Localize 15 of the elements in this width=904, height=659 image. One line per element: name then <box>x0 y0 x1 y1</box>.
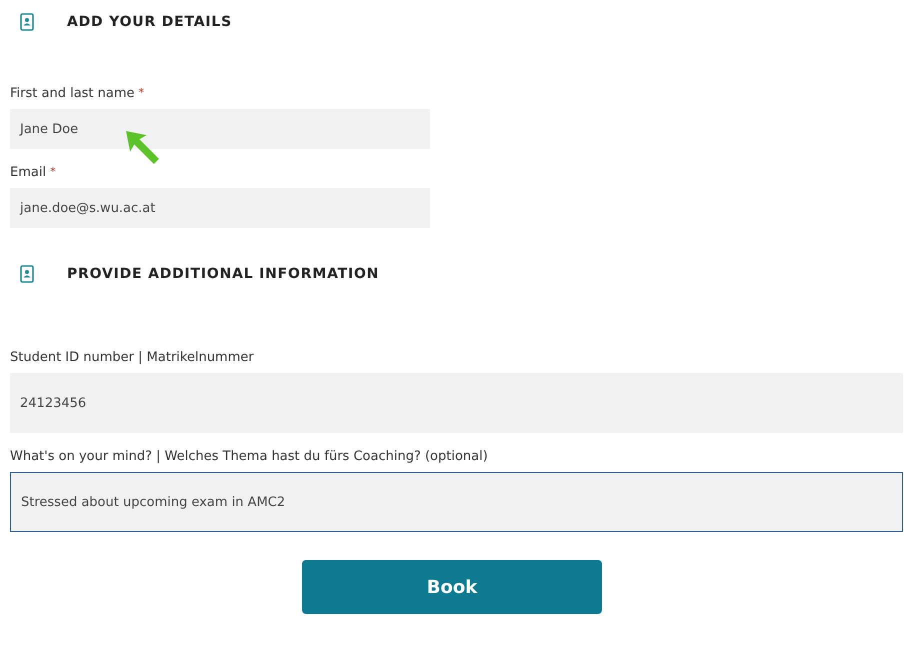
section-heading: ADD YOUR DETAILS <box>67 14 232 30</box>
input-field[interactable]: Stressed about upcoming exam in AMC2 <box>10 472 903 532</box>
contact-card-icon <box>20 13 34 31</box>
book-button[interactable]: Book <box>302 560 602 614</box>
required-mark: * <box>50 165 56 178</box>
contact-card-icon <box>20 265 34 283</box>
field-label: What's on your mind? | Welches Thema hast du fürs Coaching? (optional) <box>10 449 488 464</box>
input-field[interactable]: Jane Doe <box>10 109 430 149</box>
required-mark: * <box>138 86 144 99</box>
field-label: First and last name <box>10 86 135 101</box>
input-field[interactable]: jane.doe@s.wu.ac.at <box>10 188 430 228</box>
field-label: Email <box>10 165 46 180</box>
input-field[interactable]: 24123456 <box>10 373 903 433</box>
field-label: Student ID number | Matrikelnummer <box>10 350 254 365</box>
section-heading: PROVIDE ADDITIONAL INFORMATION <box>67 266 380 282</box>
